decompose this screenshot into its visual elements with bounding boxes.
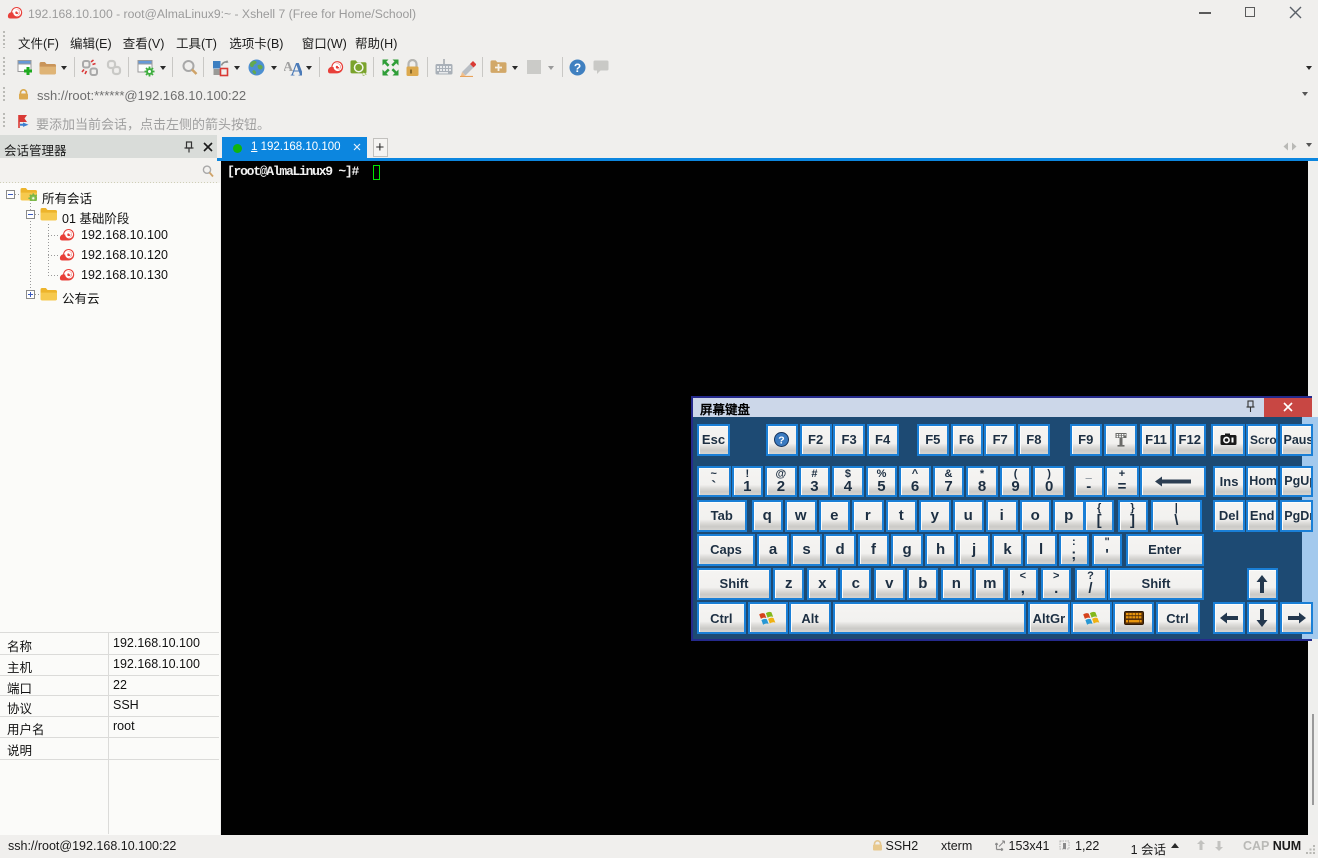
svg-text:?: ?: [779, 435, 785, 447]
svg-text:A: A: [291, 60, 303, 77]
svg-text:?: ?: [574, 61, 581, 75]
